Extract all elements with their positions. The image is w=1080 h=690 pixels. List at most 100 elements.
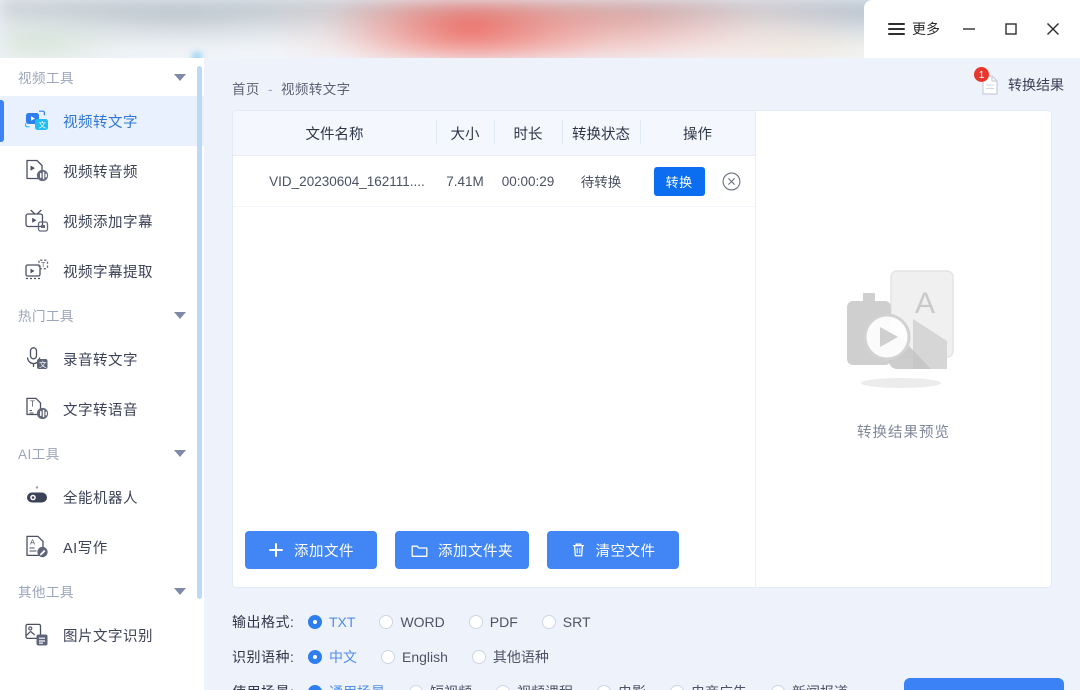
radio-unchecked-icon[interactable] — [597, 685, 611, 690]
radio-option[interactable]: 视频课程 — [496, 682, 573, 690]
option-row: 输出格式: TXT WORD PDF SRT — [232, 606, 1062, 638]
title-bar: 更多 — [864, 0, 1080, 58]
breadcrumb-separator: - — [267, 82, 273, 97]
radio-unchecked-icon[interactable] — [379, 615, 394, 629]
radio-option-label: WORD — [400, 614, 445, 630]
cell-size: 7.41M — [436, 155, 494, 207]
radio-unchecked-icon[interactable] — [468, 615, 483, 629]
radio-option[interactable]: TXT — [308, 614, 355, 630]
chevron-down-icon[interactable] — [174, 73, 186, 81]
sidebar-item-4-group-1[interactable]: T 视频字幕提取 — [0, 246, 204, 296]
radio-option[interactable]: SRT — [541, 614, 591, 630]
image-ocr-icon — [25, 623, 48, 646]
table-row[interactable]: VID_20230604_162111.... 7.41M 00:00:29 待… — [233, 155, 755, 207]
radio-option-label: 其他语种 — [492, 649, 549, 665]
radio-option-label: English — [402, 649, 448, 665]
sidebar-group-header[interactable]: AI工具 — [0, 434, 204, 472]
radio-checked-icon[interactable] — [308, 650, 322, 664]
sidebar-item-label: 录音转文字 — [63, 352, 138, 369]
sidebar-item-1-group-3[interactable]: 全能机器人 — [0, 472, 204, 522]
radio-unchecked-icon[interactable] — [541, 615, 556, 629]
sidebar-group-header[interactable]: 其他工具 — [0, 572, 204, 610]
breadcrumb-root[interactable]: 首页 — [232, 82, 260, 97]
radio-option[interactable]: 通用场景 — [308, 682, 385, 690]
minimize-button[interactable] — [948, 9, 990, 49]
radio-unchecked-icon[interactable] — [409, 685, 423, 690]
breadcrumb: 首页 - 视频转文字 — [232, 78, 351, 98]
main-content: 首页 - 视频转文字 1 转换结果 文件名称 大小 时长 转换状态 操作 VID… — [204, 58, 1080, 690]
radio-option[interactable]: WORD — [379, 614, 445, 630]
maximize-button[interactable] — [990, 9, 1032, 49]
breadcrumb-current: 视频转文字 — [281, 82, 351, 97]
radio-option[interactable]: PDF — [468, 614, 518, 630]
preview-panel: A 转换结果预览 — [756, 111, 1051, 587]
radio-option-label: 视频课程 — [517, 682, 573, 690]
sidebar-item-label: 全能机器人 — [63, 490, 138, 507]
radio-unchecked-icon[interactable] — [381, 650, 395, 664]
conversion-results-button[interactable]: 1 转换结果 — [974, 67, 1064, 96]
sidebar-group-header[interactable]: 视频工具 — [0, 58, 204, 96]
chevron-down-icon[interactable] — [174, 311, 186, 319]
radio-option[interactable]: 新闻报道 — [771, 682, 848, 690]
svg-text:文: 文 — [39, 359, 47, 369]
radio-option-label: 电商广告 — [691, 682, 747, 690]
close-circle-icon[interactable] — [722, 172, 741, 194]
table-header-row: 文件名称 大小 时长 转换状态 操作 — [233, 111, 755, 156]
clear-files-button[interactable]: 清空文件 — [547, 531, 679, 569]
radio-unchecked-icon[interactable] — [471, 650, 486, 664]
sidebar-item-3-group-1[interactable]: 视频添加字幕 — [0, 196, 204, 246]
radio-option[interactable]: 中文 — [308, 647, 357, 667]
sidebar-group-header[interactable]: 热门工具 — [0, 296, 204, 334]
sidebar-item-2-group-1[interactable]: 视频转音频 — [0, 146, 204, 196]
option-row-label: 输出格式: — [232, 614, 295, 630]
radio-option[interactable]: 其他语种 — [471, 647, 549, 667]
sidebar-group-title: AI工具 — [18, 447, 60, 462]
sidebar-item-label: 图片文字识别 — [63, 628, 153, 645]
radio-option[interactable]: 电商广告 — [670, 682, 747, 690]
hamburger-icon — [888, 20, 905, 38]
radio-option[interactable]: 短视频 — [409, 682, 472, 690]
sidebar-scrollbar[interactable] — [197, 66, 202, 599]
conversion-results-label: 转换结果 — [1008, 77, 1064, 93]
add-folder-button[interactable]: 添加文件夹 — [395, 531, 529, 569]
sidebar-item-1-group-1[interactable]: 文 视频转文字 — [0, 96, 204, 146]
start-conversion-button[interactable]: 开始转换 — [904, 678, 1064, 690]
column-header-duration: 时长 — [494, 111, 562, 156]
radio-unchecked-icon[interactable] — [771, 685, 785, 690]
radio-option-label: 电影 — [618, 682, 646, 690]
sidebar-item-1-group-4[interactable]: 图片文字识别 — [0, 610, 204, 660]
radio-unchecked-icon[interactable] — [670, 685, 684, 690]
cell-filename: VID_20230604_162111.... — [233, 155, 436, 207]
chevron-down-icon[interactable] — [174, 449, 186, 457]
sidebar-item-2-group-2[interactable]: T 文字转语音 — [0, 384, 204, 434]
radio-option[interactable]: 电影 — [597, 682, 646, 690]
radio-unchecked-icon[interactable] — [496, 685, 510, 690]
convert-row-button[interactable]: 转换 — [653, 166, 705, 196]
radio-checked-icon[interactable] — [308, 615, 322, 629]
file-action-bar: 添加文件 添加文件夹 清空文件 — [233, 513, 755, 587]
sidebar-scroll-content: 视频工具文视频转文字 视频转音频 视频添加字幕 T 视频字幕提取 热门工具文录音转文字 T 文… — [0, 58, 204, 660]
more-menu-button[interactable]: 更多 — [880, 15, 948, 43]
app-window: 更多 视频工具文视频转文字 视频转音频 视频添加字幕 T 视频字幕提取 热门工具文 录音转文… — [0, 0, 1080, 690]
radio-option-label: PDF — [489, 614, 518, 630]
add-file-button[interactable]: 添加文件 — [245, 531, 377, 569]
radio-option-label: 短视频 — [430, 682, 472, 690]
chevron-down-icon[interactable] — [174, 587, 186, 595]
ai-writing-icon: A — [26, 535, 48, 558]
results-badge: 1 — [974, 67, 989, 82]
column-header-filename: 文件名称 — [233, 111, 436, 156]
sidebar-item-1-group-2[interactable]: 文 录音转文字 — [0, 334, 204, 384]
maximize-icon — [1005, 23, 1017, 35]
close-button[interactable] — [1032, 9, 1074, 49]
option-row-label: 识别语种: — [232, 649, 295, 665]
sidebar-item-2-group-3[interactable]: A AI写作 — [0, 522, 204, 572]
cell-operation: 转换 — [640, 155, 755, 207]
radio-option-label: 中文 — [329, 649, 357, 665]
file-list-panel: 文件名称 大小 时长 转换状态 操作 VID_20230604_162111..… — [233, 111, 756, 587]
radio-checked-icon[interactable] — [308, 685, 322, 690]
robot-icon — [27, 486, 47, 503]
radio-option[interactable]: English — [381, 649, 448, 665]
audio-to-text-icon: 文 — [26, 347, 48, 369]
video-subtitle-extract-icon: T — [25, 259, 49, 280]
radio-option-label: SRT — [562, 614, 591, 630]
